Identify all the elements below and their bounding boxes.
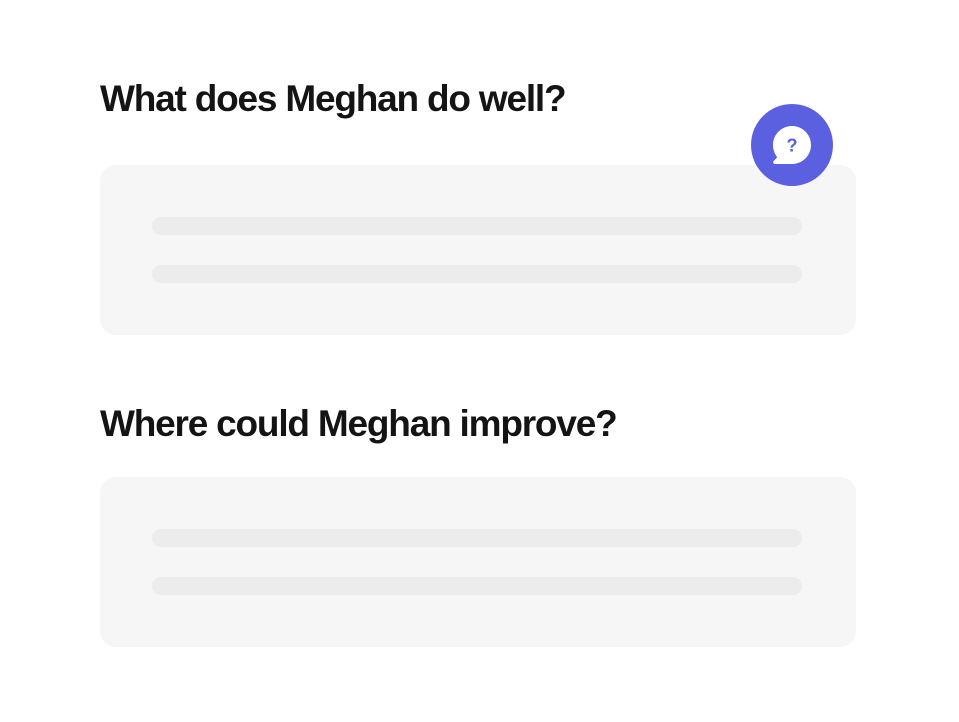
answer-do-well-field[interactable] [100,165,856,335]
placeholder-line [152,577,802,595]
question-chat-bubble-icon: ? [773,126,811,164]
help-button[interactable]: ? [751,104,833,186]
answer-improve-field[interactable] [100,477,856,647]
placeholder-line [152,265,802,283]
placeholder-line [152,529,802,547]
question-do-well-heading: What does Meghan do well? [100,78,567,119]
question-improve-heading: Where could Meghan improve? [100,403,618,444]
help-glyph: ? [787,136,798,156]
placeholder-line [152,217,802,235]
